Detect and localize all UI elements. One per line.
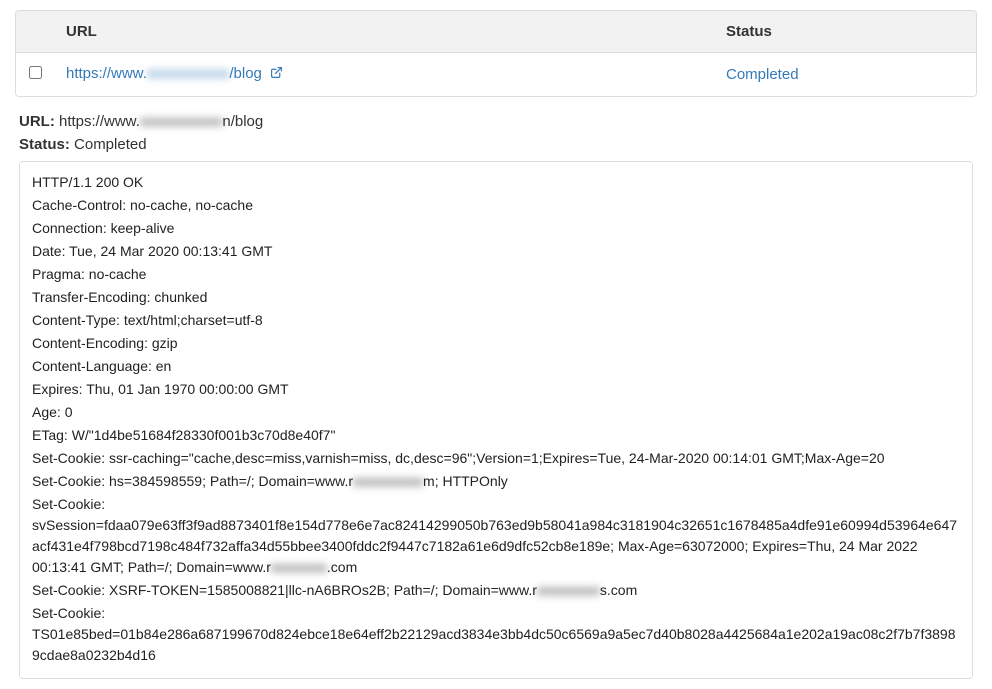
- header-url: URL: [56, 11, 716, 53]
- http-header-line: Set-Cookie: TS01e85bed=01b84e286a6871996…: [32, 603, 960, 666]
- detail-url-blurred: xxxxxxxxxxx: [140, 113, 223, 130]
- url-prefix: https://www.: [66, 65, 147, 82]
- header-checkbox-col: [16, 11, 56, 53]
- http-header-line: Set-Cookie: XSRF-TOKEN=1585008821|llc-nA…: [32, 580, 960, 601]
- http-header-line: Age: 0: [32, 402, 960, 423]
- http-header-line: Date: Tue, 24 Mar 2020 00:13:41 GMT: [32, 241, 960, 262]
- detail-url-prefix: https://www.: [59, 113, 140, 130]
- row-checkbox[interactable]: [29, 66, 42, 79]
- detail-block: URL: https://www.xxxxxxxxxxxn/blog Statu…: [15, 113, 977, 679]
- detail-url-row: URL: https://www.xxxxxxxxxxxn/blog: [19, 113, 973, 130]
- header-status: Status: [716, 11, 976, 53]
- http-headers-box: HTTP/1.1 200 OKCache-Control: no-cache, …: [19, 161, 973, 679]
- detail-url-label: URL:: [19, 113, 55, 130]
- http-header-line: ETag: W/"1d4be51684f28330f001b3c70d8e40f…: [32, 425, 960, 446]
- external-link-icon: [270, 66, 283, 83]
- status-link[interactable]: Completed: [726, 66, 799, 83]
- http-header-line: Cache-Control: no-cache, no-cache: [32, 195, 960, 216]
- http-header-line: Content-Encoding: gzip: [32, 333, 960, 354]
- results-table-wrap: URL Status https://www.xxxxxxxxxxx/blog: [15, 10, 977, 97]
- url-suffix: /blog: [229, 65, 262, 82]
- http-header-line: Content-Language: en: [32, 356, 960, 377]
- url-blurred: xxxxxxxxxxx: [147, 65, 230, 82]
- http-header-line: Set-Cookie: hs=384598559; Path=/; Domain…: [32, 471, 960, 492]
- http-header-line: Connection: keep-alive: [32, 218, 960, 239]
- table-row: https://www.xxxxxxxxxxx/blog Completed: [16, 53, 976, 96]
- http-header-line: Pragma: no-cache: [32, 264, 960, 285]
- http-header-line: Transfer-Encoding: chunked: [32, 287, 960, 308]
- http-header-line: Expires: Thu, 01 Jan 1970 00:00:00 GMT: [32, 379, 960, 400]
- http-header-line: Set-Cookie: ssr-caching="cache,desc=miss…: [32, 448, 960, 469]
- http-header-line: Set-Cookie: svSession=fdaa079e63ff3f9ad8…: [32, 494, 960, 578]
- detail-status-label: Status:: [19, 136, 70, 153]
- detail-url-suffix: n/blog: [222, 113, 263, 130]
- http-header-line: Content-Type: text/html;charset=utf-8: [32, 310, 960, 331]
- results-table: URL Status https://www.xxxxxxxxxxx/blog: [16, 11, 976, 96]
- detail-status-value: Completed: [74, 136, 147, 153]
- url-link[interactable]: https://www.xxxxxxxxxxx/blog: [66, 65, 283, 82]
- http-header-line: HTTP/1.1 200 OK: [32, 172, 960, 193]
- detail-status-row: Status: Completed: [19, 136, 973, 153]
